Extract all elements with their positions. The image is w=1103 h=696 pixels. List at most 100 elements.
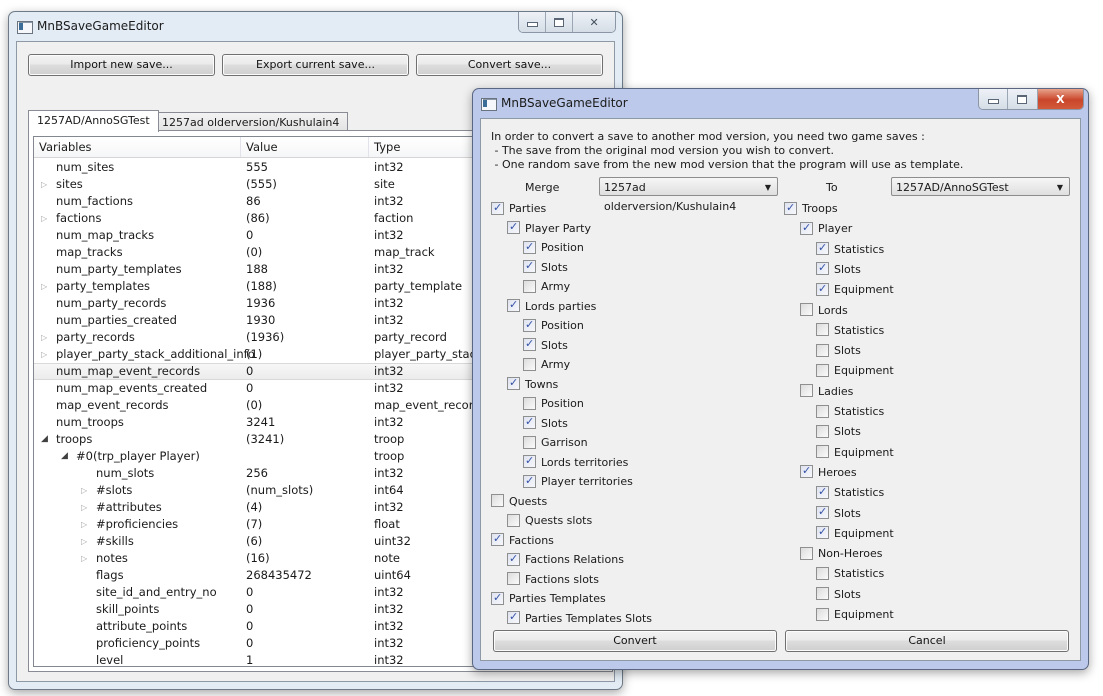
option-checkbox[interactable]: Army: [523, 279, 570, 295]
merge-select[interactable]: 1257ad olderversion/Kushulain4 ▼: [599, 177, 778, 213]
checked-box-icon[interactable]: [800, 463, 813, 479]
option-checkbox[interactable]: Factions Relations: [507, 551, 624, 568]
option-checkbox[interactable]: Statistics: [816, 240, 884, 258]
unchecked-box-icon[interactable]: [523, 357, 536, 371]
option-checkbox[interactable]: Slots: [816, 504, 861, 522]
main-titlebar[interactable]: MnBSaveGameEditor ✕: [9, 12, 622, 40]
unchecked-box-icon[interactable]: [816, 566, 829, 580]
column-header-type[interactable]: Type: [374, 140, 400, 154]
collapsed-arrow-icon[interactable]: ▷: [41, 278, 51, 295]
cancel-button[interactable]: Cancel: [785, 630, 1069, 652]
column-separator[interactable]: [368, 137, 369, 157]
dialog-titlebar[interactable]: MnBSaveGameEditor X: [473, 89, 1088, 117]
option-checkbox[interactable]: Heroes: [800, 463, 857, 481]
checked-box-icon[interactable]: [816, 484, 829, 500]
option-checkbox[interactable]: Statistics: [816, 484, 884, 501]
option-checkbox[interactable]: Non-Heroes: [800, 546, 882, 562]
collapsed-arrow-icon[interactable]: ▷: [41, 176, 51, 193]
option-checkbox[interactable]: Equipment: [816, 607, 894, 623]
option-checkbox[interactable]: Position: [523, 317, 584, 334]
unchecked-box-icon[interactable]: [507, 572, 520, 585]
checked-box-icon[interactable]: [491, 590, 504, 606]
checked-box-icon[interactable]: [507, 609, 520, 625]
convert-button[interactable]: Convert: [493, 630, 777, 652]
dialog-close-button[interactable]: X: [1037, 89, 1083, 109]
option-checkbox[interactable]: Slots: [523, 258, 568, 276]
option-checkbox[interactable]: Slots: [816, 343, 861, 359]
main-maximize-button[interactable]: [546, 12, 574, 32]
option-checkbox[interactable]: Equipment: [816, 524, 894, 542]
checked-box-icon[interactable]: [523, 453, 536, 469]
option-checkbox[interactable]: Player territories: [523, 473, 633, 490]
collapsed-arrow-icon[interactable]: ▷: [41, 329, 51, 346]
main-minimize-button[interactable]: [519, 12, 547, 32]
checked-box-icon[interactable]: [523, 473, 536, 489]
to-select[interactable]: 1257AD/AnnoSGTest ▼: [891, 177, 1070, 196]
unchecked-box-icon[interactable]: [816, 343, 829, 357]
option-checkbox[interactable]: Lords territories: [523, 453, 628, 471]
collapsed-arrow-icon[interactable]: ▷: [81, 516, 91, 533]
unchecked-box-icon[interactable]: [507, 513, 520, 527]
checked-box-icon[interactable]: [816, 240, 829, 256]
option-checkbox[interactable]: Slots: [523, 336, 568, 354]
option-checkbox[interactable]: Statistics: [816, 566, 884, 582]
option-checkbox[interactable]: Position: [523, 396, 584, 412]
column-header-variables[interactable]: Variables: [39, 140, 92, 154]
checked-box-icon[interactable]: [507, 219, 520, 235]
checked-box-icon[interactable]: [523, 336, 536, 352]
option-checkbox[interactable]: Player: [800, 220, 852, 237]
unchecked-box-icon[interactable]: [800, 546, 813, 560]
tab-annosgtest[interactable]: 1257AD/AnnoSGTest: [28, 110, 159, 132]
checked-box-icon[interactable]: [784, 200, 797, 216]
option-checkbox[interactable]: Equipment: [816, 281, 894, 298]
checked-box-icon[interactable]: [816, 281, 829, 297]
dialog-minimize-button[interactable]: [979, 89, 1009, 109]
option-checkbox[interactable]: Quests: [491, 494, 547, 510]
option-checkbox[interactable]: Position: [523, 239, 584, 256]
option-checkbox[interactable]: Equipment: [816, 363, 894, 379]
checked-box-icon[interactable]: [491, 200, 504, 216]
unchecked-box-icon[interactable]: [816, 363, 829, 377]
collapsed-arrow-icon[interactable]: ▷: [81, 533, 91, 550]
option-checkbox[interactable]: Quests slots: [507, 513, 592, 529]
expanded-arrow-icon[interactable]: ◢: [41, 431, 51, 448]
option-checkbox[interactable]: Garrison: [523, 435, 588, 451]
checked-box-icon[interactable]: [507, 375, 520, 391]
option-checkbox[interactable]: Factions slots: [507, 572, 599, 588]
unchecked-box-icon[interactable]: [523, 279, 536, 293]
column-separator[interactable]: [240, 137, 241, 157]
column-header-value[interactable]: Value: [246, 140, 278, 154]
checked-box-icon[interactable]: [507, 297, 520, 313]
option-checkbox[interactable]: Towns: [507, 375, 558, 393]
option-checkbox[interactable]: Army: [523, 357, 570, 373]
main-close-button[interactable]: ✕: [573, 12, 615, 32]
unchecked-box-icon[interactable]: [816, 323, 829, 337]
convert-save-button[interactable]: Convert save...: [416, 54, 603, 76]
checked-box-icon[interactable]: [507, 551, 520, 567]
unchecked-box-icon[interactable]: [816, 607, 829, 621]
tab-kushulain4[interactable]: 1257ad olderversion/Kushulain4: [153, 112, 349, 132]
collapsed-arrow-icon[interactable]: ▷: [81, 550, 91, 567]
unchecked-box-icon[interactable]: [800, 303, 813, 316]
unchecked-box-icon[interactable]: [816, 445, 829, 459]
option-checkbox[interactable]: Slots: [816, 587, 861, 603]
checked-box-icon[interactable]: [816, 524, 829, 540]
collapsed-arrow-icon[interactable]: ▷: [41, 210, 51, 227]
unchecked-box-icon[interactable]: [523, 396, 536, 410]
option-checkbox[interactable]: Slots: [523, 414, 568, 432]
collapsed-arrow-icon[interactable]: ▷: [81, 499, 91, 516]
option-checkbox[interactable]: Statistics: [816, 323, 884, 339]
unchecked-box-icon[interactable]: [816, 424, 829, 438]
checked-box-icon[interactable]: [523, 258, 536, 274]
export-save-button[interactable]: Export current save...: [222, 54, 409, 76]
unchecked-box-icon[interactable]: [491, 494, 504, 507]
option-checkbox[interactable]: Player Party: [507, 219, 591, 237]
unchecked-box-icon[interactable]: [523, 435, 536, 449]
checked-box-icon[interactable]: [523, 317, 536, 333]
collapsed-arrow-icon[interactable]: ▷: [41, 346, 51, 363]
option-checkbox[interactable]: Slots: [816, 424, 861, 440]
option-checkbox[interactable]: Lords parties: [507, 297, 596, 315]
checked-box-icon[interactable]: [523, 414, 536, 430]
collapsed-arrow-icon[interactable]: ▷: [81, 482, 91, 499]
option-checkbox[interactable]: Slots: [816, 260, 861, 278]
